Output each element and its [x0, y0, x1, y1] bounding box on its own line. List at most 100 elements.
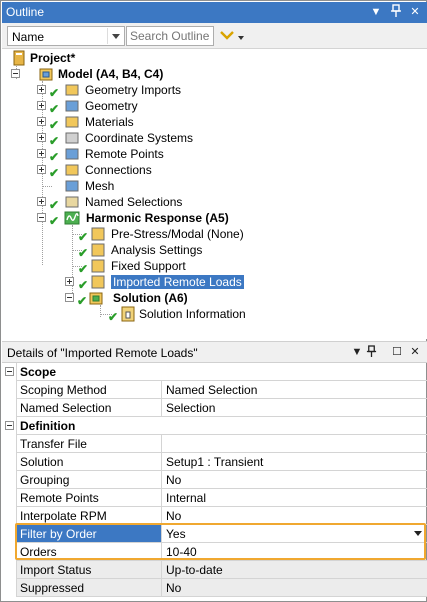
details-value[interactable]: 10-40: [162, 543, 427, 561]
tree-node-geometry[interactable]: ✔ Geometry: [36, 98, 336, 115]
details-row-orders[interactable]: Orders 10-40: [2, 543, 427, 561]
details-key: Transfer File: [17, 435, 162, 453]
tree-node-geometry-imports[interactable]: ✔ Geometry Imports: [36, 82, 336, 99]
harmonic-response-icon: [64, 210, 80, 226]
details-key: Named Selection: [17, 399, 162, 417]
details-key: Orders: [17, 543, 162, 561]
expand-icon[interactable]: [37, 117, 46, 126]
details-row-interpolate-rpm[interactable]: Interpolate RPM No: [2, 507, 427, 525]
details-value[interactable]: Setup1 : Transient: [162, 453, 427, 471]
details-value[interactable]: Up-to-date: [162, 561, 427, 579]
details-key: Scope: [17, 363, 427, 381]
expand-icon[interactable]: [65, 277, 74, 286]
search-input[interactable]: [126, 26, 214, 46]
geometry-icon: [64, 98, 80, 114]
details-value[interactable]: [162, 435, 427, 453]
details-row-grouping[interactable]: Grouping No: [2, 471, 427, 489]
chevron-down-icon[interactable]: [107, 28, 123, 44]
close-icon[interactable]: ✕: [407, 4, 423, 20]
details-row-transfer-file[interactable]: Transfer File: [2, 435, 427, 453]
row-gutter: [2, 525, 17, 543]
details-pin-icon[interactable]: [364, 345, 378, 359]
tree-node-label: Geometry: [85, 99, 138, 113]
collapse-icon[interactable]: [37, 213, 46, 222]
details-key: Interpolate RPM: [17, 507, 162, 525]
chevron-down-icon[interactable]: [411, 526, 425, 541]
expand-icon[interactable]: [37, 149, 46, 158]
tree-node-coordinate-systems[interactable]: ✔ Coordinate Systems: [36, 130, 336, 147]
outline-dropdown-icon[interactable]: ▼: [368, 4, 384, 20]
details-row-import-status[interactable]: Import Status Up-to-date: [2, 561, 427, 579]
tree-node-solution[interactable]: ✔ Solution (A6): [64, 290, 364, 307]
row-gutter: [2, 489, 17, 507]
maximize-icon[interactable]: ☐: [390, 345, 404, 359]
details-row-named-selection[interactable]: Named Selection Selection: [2, 399, 427, 417]
details-value[interactable]: Internal: [162, 489, 427, 507]
search-options-button[interactable]: [220, 27, 248, 45]
tree-node-model[interactable]: Model (A4, B4, C4): [10, 66, 310, 82]
tree-node-remote-points[interactable]: ✔ Remote Points: [36, 146, 336, 163]
details-row-remote-points[interactable]: Remote Points Internal: [2, 489, 427, 507]
tree-node-label: Pre-Stress/Modal (None): [111, 227, 244, 241]
row-gutter: [2, 507, 17, 525]
tree-node-mesh[interactable]: Mesh: [36, 178, 336, 194]
row-gutter: [2, 417, 17, 435]
details-row-filter-by-order[interactable]: Filter by Order Yes: [2, 525, 427, 543]
fixed-support-icon: [90, 258, 106, 274]
expand-icon[interactable]: [37, 165, 46, 174]
pin-icon[interactable]: [388, 4, 404, 20]
details-value[interactable]: No: [162, 471, 427, 489]
expand-icon[interactable]: [37, 85, 46, 94]
collapse-icon[interactable]: [65, 293, 74, 302]
details-value[interactable]: Named Selection: [162, 381, 427, 399]
filter-select-value: Name: [12, 30, 45, 44]
collapse-icon[interactable]: [5, 421, 14, 430]
search-chevron-icon: [220, 27, 234, 43]
expand-icon[interactable]: [37, 133, 46, 142]
tree-node-imported-remote-loads[interactable]: ✔ Imported Remote Loads: [64, 274, 364, 291]
details-close-icon[interactable]: ✕: [408, 345, 422, 359]
tree-node-fixed-support[interactable]: ✔ Fixed Support: [64, 258, 364, 275]
details-row-suppressed[interactable]: Suppressed No: [2, 579, 427, 597]
details-value[interactable]: Yes: [162, 525, 427, 543]
tree-node-label: Coordinate Systems: [85, 131, 194, 145]
filter-select[interactable]: Name: [7, 26, 125, 46]
tree-node-project[interactable]: Project*: [10, 50, 210, 66]
details-value[interactable]: Selection: [162, 399, 427, 417]
row-gutter: [2, 543, 17, 561]
tree-node-pre-stress-modal-none-[interactable]: ✔ Pre-Stress/Modal (None): [64, 226, 364, 243]
details-value[interactable]: No: [162, 507, 427, 525]
tree-node-analysis-settings[interactable]: ✔ Analysis Settings: [64, 242, 364, 259]
model-icon: [38, 66, 54, 82]
details-key: Grouping: [17, 471, 162, 489]
tree-node-label: Geometry Imports: [85, 83, 182, 97]
named-selections-icon: [64, 194, 80, 210]
collapse-icon[interactable]: [5, 367, 14, 376]
tree-node-solution-information[interactable]: ✔ Solution Information: [94, 306, 394, 323]
imported-remote-loads-icon: [90, 274, 106, 290]
details-row-definition[interactable]: Definition: [2, 417, 427, 435]
tree-node-materials[interactable]: ✔ Materials: [36, 114, 336, 131]
tree-node-harmonic-response[interactable]: ✔ Harmonic Response (A5): [36, 210, 336, 227]
expand-icon[interactable]: [37, 101, 46, 110]
details-row-scope[interactable]: Scope: [2, 363, 427, 381]
details-value[interactable]: No: [162, 579, 427, 597]
row-gutter: [2, 399, 17, 417]
row-gutter: [2, 381, 17, 399]
collapse-icon[interactable]: [11, 69, 20, 78]
tree-node-label: Named Selections: [85, 195, 183, 209]
details-dropdown-icon[interactable]: ▼: [350, 345, 364, 359]
row-gutter: [2, 471, 17, 489]
expand-icon[interactable]: [37, 197, 46, 206]
details-key: Solution: [17, 453, 162, 471]
tree-node-named-selections[interactable]: ✔ Named Selections: [36, 194, 336, 211]
tree-node-label: Mesh: [85, 179, 115, 193]
row-gutter: [2, 363, 17, 381]
tree-node-connections[interactable]: ✔ Connections: [36, 162, 336, 179]
outline-tree: Project* Model (A4, B4, C4) ✔ Geometry Im…: [2, 49, 427, 339]
details-row-scoping-method[interactable]: Scoping Method Named Selection: [2, 381, 427, 399]
pre-stress-icon: [90, 226, 106, 242]
details-row-solution[interactable]: Solution Setup1 : Transient: [2, 453, 427, 471]
details-key: Definition: [17, 417, 427, 435]
row-gutter: [2, 579, 17, 597]
